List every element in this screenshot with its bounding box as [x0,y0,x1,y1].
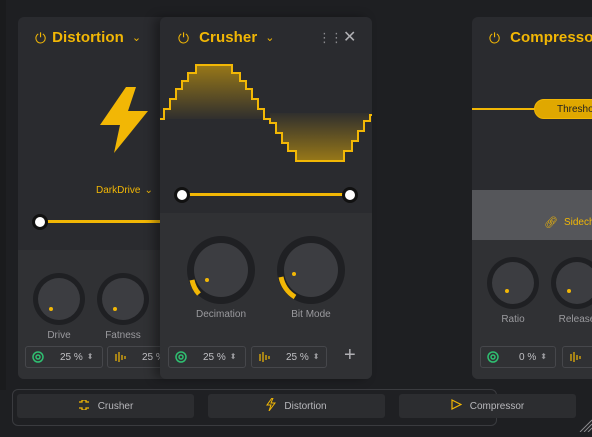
release-label: Release [558,314,592,325]
crusher-mix-value: 25 % [203,351,226,363]
crusher-second-control[interactable]: 25 % ⬍ [251,346,327,368]
compressor-module: ⏻ Compressor Thresho 🔗︎ Sidech Ratio Rel… [472,17,592,379]
distortion-power-icon[interactable]: ⏻ [35,31,46,45]
link-icon: 🔗︎ [544,217,558,229]
compressor-header: ⏻ Compressor [489,29,592,46]
crusher-chevron-down-icon[interactable]: ⌄ [265,31,274,44]
distortion-title[interactable]: Distortion [52,29,124,46]
fatness-label: Fatness [105,330,141,341]
drive-knob[interactable]: Drive [32,272,86,341]
distortion-chevron-down-icon[interactable]: ⌄ [132,31,141,44]
lightning-icon [266,397,277,414]
distortion-header: ⏻ Distortion ⌄ [35,29,141,46]
crusher-title[interactable]: Crusher [199,29,257,46]
resize-grip-icon[interactable] [576,416,592,433]
tab-crusher[interactable]: Crusher [17,394,194,418]
close-icon[interactable]: ✕ [343,27,356,47]
crusher-slider[interactable] [174,187,358,203]
preset-chevron-down-icon: ⌄ [144,185,153,196]
ratio-label: Ratio [501,314,525,325]
threshold-label: Thresho [557,103,592,115]
crusher-second-value: 25 % [286,351,309,363]
distortion-mix-control[interactable]: 25 % ⬍ [25,346,103,368]
release-knob[interactable]: Release [550,256,592,325]
crusher-mix-control[interactable]: 25 % ⬍ [168,346,246,368]
ratio-knob[interactable]: Ratio [486,256,540,325]
crusher-slider-track [182,193,350,196]
sidechain-area[interactable]: 🔗︎ Sidech [472,190,592,240]
distortion-slider-handle[interactable] [32,214,48,230]
drive-label: Drive [47,330,71,341]
bitcrush-waveform [160,64,372,162]
sidechain-button[interactable]: 🔗︎ Sidech [544,216,592,229]
distortion-mix-stepper-icon[interactable]: ⬍ [87,353,94,361]
play-triangle-icon [451,399,463,413]
compressor-mix-control[interactable]: 0 % ⬍ [480,346,556,368]
crusher-header: ⏻ Crusher ⌄ [178,29,275,46]
decimation-knob[interactable]: Decimation [186,235,256,320]
sidechain-label: Sidech [563,217,592,228]
tab-compressor-label: Compressor [469,400,525,412]
drag-handle-icon[interactable]: ⋮⋮ [318,30,343,46]
preset-label: DarkDrive [96,185,141,196]
tab-distortion[interactable]: Distortion [208,394,385,418]
bit-mode-label: Bit Mode [291,309,331,320]
crusher-module: ⏻ Crusher ⌄ ⋮⋮ ✕ Decimation Bit Mode 25 … [160,17,372,379]
crusher-icon [78,399,90,413]
mix-ring-icon [487,351,503,363]
preset-selector[interactable]: DarkDrive ⌄ [96,185,153,196]
compressor-power-icon[interactable]: ⏻ [489,31,500,45]
add-icon[interactable]: + [344,345,356,365]
compressor-mix-value: 0 % [519,351,537,363]
distortion-mix-value: 25 % [60,351,83,363]
waveform-bars-icon [258,351,274,363]
tab-distortion-label: Distortion [284,400,327,412]
compressor-second-control[interactable] [562,346,592,368]
mix-ring-icon [32,351,48,363]
left-edge-stripe [0,0,6,390]
crusher-power-icon[interactable]: ⏻ [178,31,189,45]
tab-crusher-label: Crusher [97,400,134,412]
crusher-slider-end-handle[interactable] [342,187,358,203]
bit-mode-knob[interactable]: Bit Mode [276,235,346,320]
tab-compressor[interactable]: Compressor [399,394,576,418]
compressor-title[interactable]: Compressor [510,29,592,46]
fatness-knob[interactable]: Fatness [96,272,150,341]
compressor-mix-stepper-icon[interactable]: ⬍ [540,353,547,361]
crusher-second-stepper-icon[interactable]: ⬍ [313,353,320,361]
waveform-bars-icon [114,351,130,363]
threshold-pill[interactable]: Thresho [534,99,592,119]
mix-ring-icon [175,351,191,363]
crusher-controls: Decimation Bit Mode 25 % ⬍ 25 % ⬍ + [160,213,372,379]
crusher-mix-stepper-icon[interactable]: ⬍ [230,353,237,361]
crusher-slider-start-handle[interactable] [174,187,190,203]
compressor-controls: Ratio Release 0 % ⬍ [472,240,592,379]
decimation-label: Decimation [195,309,247,320]
waveform-bars-icon [569,351,585,363]
lightning-icon [100,87,148,153]
